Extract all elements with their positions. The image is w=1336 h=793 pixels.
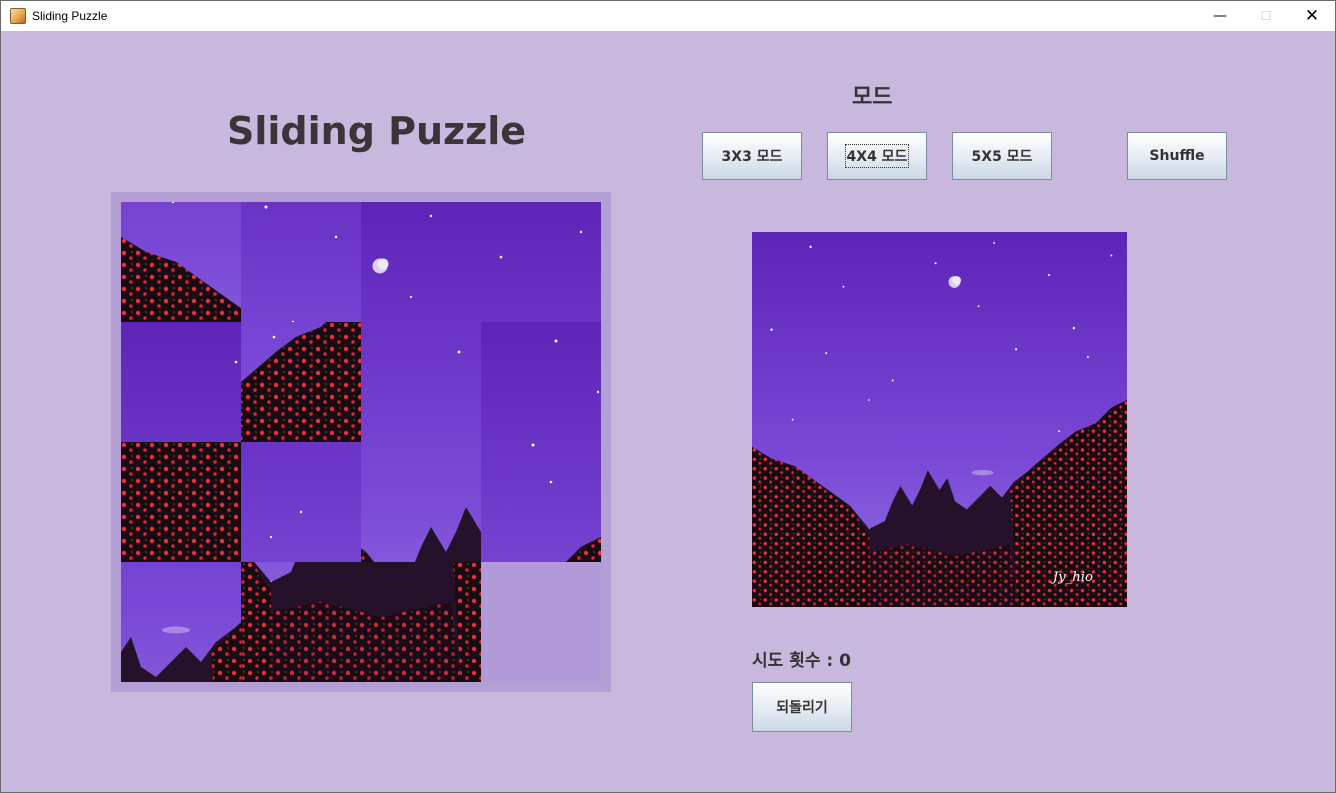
puzzle-tile-image — [481, 202, 601, 322]
puzzle-tile-image — [481, 442, 601, 562]
mode-title: 모드 — [852, 85, 893, 110]
mode-5x5-button[interactable]: 5X5 모드 — [952, 132, 1052, 180]
puzzle-tile[interactable] — [121, 202, 241, 322]
shuffle-button[interactable]: Shuffle — [1127, 132, 1227, 180]
undo-label: 되돌리기 — [776, 700, 828, 716]
puzzle-tile-image — [241, 202, 361, 322]
close-icon[interactable]: ✕ — [1289, 1, 1335, 31]
preview-svg: Jy_hio — [752, 232, 1127, 607]
puzzle-tile-image — [121, 442, 241, 562]
puzzle-board-frame — [111, 192, 611, 692]
puzzle-tile[interactable] — [481, 442, 601, 562]
mode-3x3-label: 3X3 모드 — [721, 149, 783, 165]
puzzle-tile[interactable] — [481, 322, 601, 442]
puzzle-board — [121, 202, 601, 682]
puzzle-tile[interactable] — [121, 322, 241, 442]
puzzle-tile[interactable] — [241, 322, 361, 442]
puzzle-tile-image — [121, 202, 241, 322]
puzzle-tile[interactable] — [361, 442, 481, 562]
puzzle-empty-slot[interactable] — [481, 562, 601, 682]
puzzle-tile-image — [361, 562, 481, 682]
mode-4x4-label: 4X4 모드 — [844, 144, 910, 168]
puzzle-tile[interactable] — [241, 442, 361, 562]
puzzle-tile[interactable] — [361, 562, 481, 682]
preview-image: Jy_hio — [752, 232, 1127, 607]
app-window: Sliding Puzzle — ☐ ✕ Sliding Puzzle 모드 3… — [0, 0, 1336, 793]
puzzle-tile[interactable] — [121, 562, 241, 682]
title-bar: Sliding Puzzle — ☐ ✕ — [1, 1, 1335, 31]
java-app-icon — [10, 8, 26, 24]
undo-button[interactable]: 되돌리기 — [752, 682, 852, 732]
puzzle-tile-image — [361, 202, 481, 322]
preview-watermark: Jy_hio — [1050, 570, 1093, 585]
puzzle-tile-image — [361, 442, 481, 562]
shuffle-label: Shuffle — [1149, 148, 1205, 164]
puzzle-tile-image — [241, 322, 361, 442]
mode-4x4-button[interactable]: 4X4 모드 — [827, 132, 927, 180]
maximize-icon[interactable]: ☐ — [1243, 1, 1289, 31]
minimize-icon[interactable]: — — [1197, 1, 1243, 31]
mode-3x3-button[interactable]: 3X3 모드 — [702, 132, 802, 180]
puzzle-tile[interactable] — [121, 442, 241, 562]
puzzle-tile-image — [481, 322, 601, 442]
puzzle-tile-image — [361, 322, 481, 442]
puzzle-tile[interactable] — [241, 202, 361, 322]
puzzle-tile[interactable] — [481, 202, 601, 322]
puzzle-tile-image — [241, 562, 361, 682]
puzzle-tile-image — [121, 322, 241, 442]
page-title: Sliding Puzzle — [227, 109, 527, 153]
mode-5x5-label: 5X5 모드 — [971, 149, 1033, 165]
puzzle-tile-image — [121, 562, 241, 682]
puzzle-tile[interactable] — [241, 562, 361, 682]
tries-counter: 시도 횟수 : 0 — [752, 651, 851, 671]
window-title: Sliding Puzzle — [32, 9, 108, 23]
puzzle-tile[interactable] — [361, 322, 481, 442]
puzzle-tile[interactable] — [361, 202, 481, 322]
puzzle-tile-image — [241, 442, 361, 562]
